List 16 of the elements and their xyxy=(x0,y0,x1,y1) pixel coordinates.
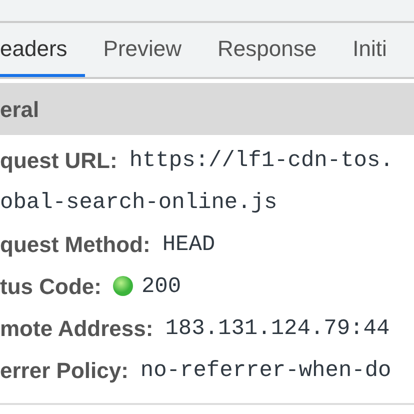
field-value: 200 xyxy=(141,272,182,300)
field-label: quest Method: xyxy=(0,230,150,259)
tab[interactable]: eaders xyxy=(0,23,86,77)
field-label: tus Code: xyxy=(0,272,102,300)
field-label: mote Address: xyxy=(0,314,154,342)
section-title: eral xyxy=(0,96,40,124)
field-value: 183.131.124.79:44 xyxy=(165,314,390,342)
field-value: no-referrer-when-do xyxy=(140,356,392,384)
field-label: quest URL: xyxy=(0,146,118,175)
field-label: errer Policy: xyxy=(0,356,128,385)
field-value: https://lf1-cdn-tos. xyxy=(129,146,394,174)
tab[interactable]: Response xyxy=(200,23,335,77)
field-value: HEAD xyxy=(162,230,216,258)
tab[interactable]: Initi xyxy=(334,23,405,77)
tab[interactable]: Preview xyxy=(85,23,200,77)
field-value: obal-search-online.js xyxy=(0,188,278,216)
